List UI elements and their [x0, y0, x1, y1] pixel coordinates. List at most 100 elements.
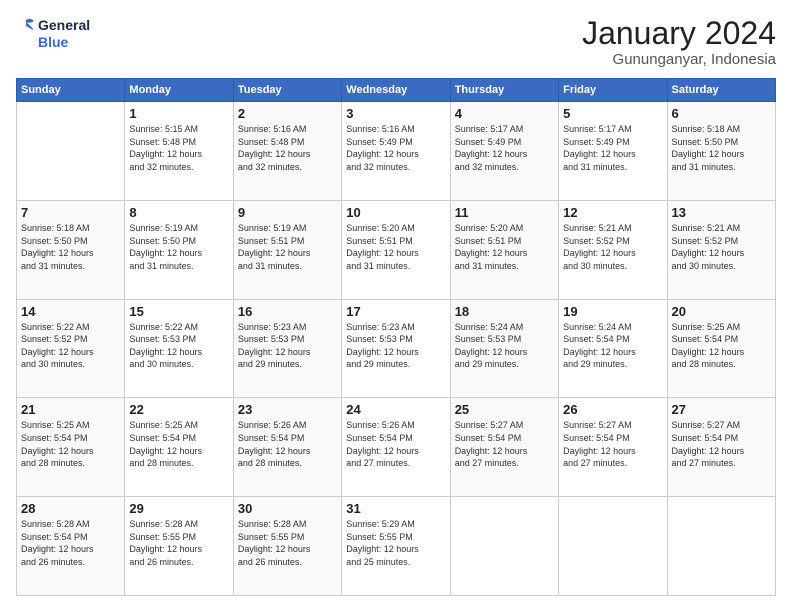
day-info: Sunrise: 5:28 AM Sunset: 5:54 PM Dayligh…	[21, 518, 120, 568]
day-info: Sunrise: 5:26 AM Sunset: 5:54 PM Dayligh…	[346, 419, 445, 469]
col-friday: Friday	[559, 79, 667, 102]
day-cell: 30 Sunrise: 5:28 AM Sunset: 5:55 PM Dayli…	[233, 497, 341, 596]
day-info: Sunrise: 5:28 AM Sunset: 5:55 PM Dayligh…	[129, 518, 228, 568]
day-number: 7	[21, 205, 120, 220]
day-number: 3	[346, 106, 445, 121]
day-cell: 9 Sunrise: 5:19 AM Sunset: 5:51 PM Daylig…	[233, 200, 341, 299]
logo-bird-icon	[16, 16, 36, 52]
week-row-4: 21Sunrise: 5:25 AM Sunset: 5:54 PM Dayli…	[17, 398, 776, 497]
day-number: 21	[21, 402, 120, 417]
col-wednesday: Wednesday	[342, 79, 450, 102]
day-info: Sunrise: 5:22 AM Sunset: 5:52 PM Dayligh…	[21, 321, 120, 371]
day-info: Sunrise: 5:20 AM Sunset: 5:51 PM Dayligh…	[346, 222, 445, 272]
day-cell: 17 Sunrise: 5:23 AM Sunset: 5:53 PM Dayli…	[342, 299, 450, 398]
day-number: 16	[238, 304, 337, 319]
week-row-3: 14Sunrise: 5:22 AM Sunset: 5:52 PM Dayli…	[17, 299, 776, 398]
col-saturday: Saturday	[667, 79, 775, 102]
logo: General Blue	[16, 16, 90, 52]
day-info: Sunrise: 5:27 AM Sunset: 5:54 PM Dayligh…	[672, 419, 771, 469]
day-info: Sunrise: 5:25 AM Sunset: 5:54 PM Dayligh…	[672, 321, 771, 371]
day-number: 1	[129, 106, 228, 121]
day-cell: 2 Sunrise: 5:16 AM Sunset: 5:48 PM Daylig…	[233, 102, 341, 201]
day-cell: 21Sunrise: 5:25 AM Sunset: 5:54 PM Dayli…	[17, 398, 125, 497]
day-info: Sunrise: 5:23 AM Sunset: 5:53 PM Dayligh…	[346, 321, 445, 371]
day-info: Sunrise: 5:19 AM Sunset: 5:51 PM Dayligh…	[238, 222, 337, 272]
day-info: Sunrise: 5:27 AM Sunset: 5:54 PM Dayligh…	[563, 419, 662, 469]
day-number: 9	[238, 205, 337, 220]
day-number: 29	[129, 501, 228, 516]
day-cell: 31Sunrise: 5:29 AM Sunset: 5:55 PM Dayli…	[342, 497, 450, 596]
day-cell: 10 Sunrise: 5:20 AM Sunset: 5:51 PM Dayli…	[342, 200, 450, 299]
day-info: Sunrise: 5:22 AM Sunset: 5:53 PM Dayligh…	[129, 321, 228, 371]
day-cell: 8Sunrise: 5:19 AM Sunset: 5:50 PM Daylig…	[125, 200, 233, 299]
day-info: Sunrise: 5:16 AM Sunset: 5:49 PM Dayligh…	[346, 123, 445, 173]
week-row-1: 1 Sunrise: 5:15 AM Sunset: 5:48 PM Daylig…	[17, 102, 776, 201]
day-cell: 27 Sunrise: 5:27 AM Sunset: 5:54 PM Dayli…	[667, 398, 775, 497]
month-year-title: January 2024	[582, 16, 776, 51]
day-info: Sunrise: 5:24 AM Sunset: 5:54 PM Dayligh…	[563, 321, 662, 371]
day-number: 18	[455, 304, 554, 319]
day-cell: 14Sunrise: 5:22 AM Sunset: 5:52 PM Dayli…	[17, 299, 125, 398]
day-cell: 29 Sunrise: 5:28 AM Sunset: 5:55 PM Dayli…	[125, 497, 233, 596]
day-number: 17	[346, 304, 445, 319]
day-cell: 28 Sunrise: 5:28 AM Sunset: 5:54 PM Dayli…	[17, 497, 125, 596]
day-cell: 7 Sunrise: 5:18 AM Sunset: 5:50 PM Daylig…	[17, 200, 125, 299]
day-info: Sunrise: 5:18 AM Sunset: 5:50 PM Dayligh…	[672, 123, 771, 173]
day-number: 5	[563, 106, 662, 121]
day-cell: 6 Sunrise: 5:18 AM Sunset: 5:50 PM Daylig…	[667, 102, 775, 201]
day-cell: 26 Sunrise: 5:27 AM Sunset: 5:54 PM Dayli…	[559, 398, 667, 497]
day-number: 30	[238, 501, 337, 516]
day-number: 10	[346, 205, 445, 220]
day-cell: 3 Sunrise: 5:16 AM Sunset: 5:49 PM Daylig…	[342, 102, 450, 201]
day-number: 28	[21, 501, 120, 516]
day-number: 2	[238, 106, 337, 121]
week-row-2: 7 Sunrise: 5:18 AM Sunset: 5:50 PM Daylig…	[17, 200, 776, 299]
day-info: Sunrise: 5:16 AM Sunset: 5:48 PM Dayligh…	[238, 123, 337, 173]
day-number: 20	[672, 304, 771, 319]
day-info: Sunrise: 5:15 AM Sunset: 5:48 PM Dayligh…	[129, 123, 228, 173]
day-cell	[450, 497, 558, 596]
day-info: Sunrise: 5:21 AM Sunset: 5:52 PM Dayligh…	[563, 222, 662, 272]
day-cell	[559, 497, 667, 596]
day-number: 22	[129, 402, 228, 417]
day-cell: 11 Sunrise: 5:20 AM Sunset: 5:51 PM Dayli…	[450, 200, 558, 299]
day-info: Sunrise: 5:21 AM Sunset: 5:52 PM Dayligh…	[672, 222, 771, 272]
col-sunday: Sunday	[17, 79, 125, 102]
day-info: Sunrise: 5:18 AM Sunset: 5:50 PM Dayligh…	[21, 222, 120, 272]
day-cell: 13Sunrise: 5:21 AM Sunset: 5:52 PM Dayli…	[667, 200, 775, 299]
day-number: 4	[455, 106, 554, 121]
day-info: Sunrise: 5:17 AM Sunset: 5:49 PM Dayligh…	[563, 123, 662, 173]
day-cell: 1 Sunrise: 5:15 AM Sunset: 5:48 PM Daylig…	[125, 102, 233, 201]
col-thursday: Thursday	[450, 79, 558, 102]
day-cell: 19 Sunrise: 5:24 AM Sunset: 5:54 PM Dayli…	[559, 299, 667, 398]
day-info: Sunrise: 5:27 AM Sunset: 5:54 PM Dayligh…	[455, 419, 554, 469]
day-info: Sunrise: 5:17 AM Sunset: 5:49 PM Dayligh…	[455, 123, 554, 173]
day-info: Sunrise: 5:26 AM Sunset: 5:54 PM Dayligh…	[238, 419, 337, 469]
day-number: 8	[129, 205, 228, 220]
calendar-page: General Blue January 2024 Gununganyar, I…	[0, 0, 792, 612]
day-cell: 15 Sunrise: 5:22 AM Sunset: 5:53 PM Dayli…	[125, 299, 233, 398]
header-row: Sunday Monday Tuesday Wednesday Thursday…	[17, 79, 776, 102]
day-number: 31	[346, 501, 445, 516]
day-info: Sunrise: 5:20 AM Sunset: 5:51 PM Dayligh…	[455, 222, 554, 272]
day-cell: 25Sunrise: 5:27 AM Sunset: 5:54 PM Dayli…	[450, 398, 558, 497]
day-number: 15	[129, 304, 228, 319]
day-cell	[17, 102, 125, 201]
week-row-5: 28 Sunrise: 5:28 AM Sunset: 5:54 PM Dayli…	[17, 497, 776, 596]
day-info: Sunrise: 5:28 AM Sunset: 5:55 PM Dayligh…	[238, 518, 337, 568]
header: General Blue January 2024 Gununganyar, I…	[16, 16, 776, 68]
day-number: 27	[672, 402, 771, 417]
col-tuesday: Tuesday	[233, 79, 341, 102]
day-cell: 24Sunrise: 5:26 AM Sunset: 5:54 PM Dayli…	[342, 398, 450, 497]
location-subtitle: Gununganyar, Indonesia	[582, 51, 776, 68]
day-number: 11	[455, 205, 554, 220]
day-number: 6	[672, 106, 771, 121]
day-number: 19	[563, 304, 662, 319]
day-cell: 23Sunrise: 5:26 AM Sunset: 5:54 PM Dayli…	[233, 398, 341, 497]
day-cell: 22Sunrise: 5:25 AM Sunset: 5:54 PM Dayli…	[125, 398, 233, 497]
day-cell: 12Sunrise: 5:21 AM Sunset: 5:52 PM Dayli…	[559, 200, 667, 299]
day-cell: 16Sunrise: 5:23 AM Sunset: 5:53 PM Dayli…	[233, 299, 341, 398]
day-number: 26	[563, 402, 662, 417]
day-cell: 4 Sunrise: 5:17 AM Sunset: 5:49 PM Daylig…	[450, 102, 558, 201]
calendar-table: Sunday Monday Tuesday Wednesday Thursday…	[16, 78, 776, 596]
